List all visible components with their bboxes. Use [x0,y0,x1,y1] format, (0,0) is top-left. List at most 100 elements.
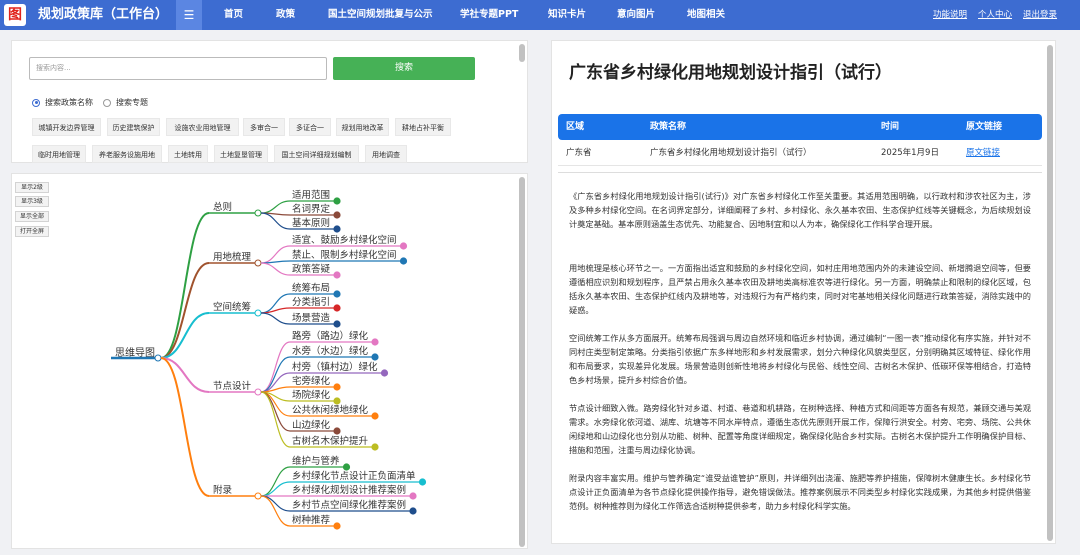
mindmap-panel: 显示2级 显示3级 显示全部 打开全屏 思维导图 总则 适用范围 名词界定 基本原则 用地… [11,173,528,549]
mindmap-branch-label: 总则 [213,201,232,213]
topic-tag[interactable]: 土地转用 [168,145,208,163]
mindmap-leaf-node [333,427,341,435]
help-link[interactable]: 功能说明 [933,0,967,30]
column-date: 时间 [881,122,900,132]
menu-icon[interactable]: ☰ [176,0,202,30]
mindmap-leaf-label: 宅旁绿化 [292,375,331,387]
topic-tag[interactable]: 多证合一 [289,118,331,136]
search-panel-scrollbar[interactable] [519,44,525,62]
mindmap-leaf-label: 乡村绿化规划设计推荐案例 [292,484,406,496]
topic-tag[interactable]: 历史建筑保护 [107,118,160,136]
mindmap-leaf-node [371,338,379,346]
mindmap-branch-node [254,209,262,217]
mindmap-leaf-label: 名词界定 [292,203,331,215]
radio-policy-name[interactable]: 搜索政策名称 [32,97,93,108]
search-panel: 搜索内容... 搜索 搜索政策名称 搜索专题 城镇开发边界管理 历史建筑保护 设… [11,40,528,163]
mindmap-leaf-link [260,307,291,314]
mindmap-leaf-link [260,200,291,214]
nav-knowledge-cards[interactable]: 知识卡片 [548,0,586,30]
mindmap-leaf-link [260,245,291,264]
mindmap-canvas[interactable]: 思维导图总则适用范围名词界定基本原则用地梳理适宜、鼓励乡村绿化空间禁止、限制乡村… [12,174,517,549]
mindmap-leaf-node [371,412,379,420]
mindmap-leaf-label: 适宜、鼓励乡村绿化空间 [292,234,397,246]
user-center-link[interactable]: 个人中心 [978,0,1012,30]
mindmap-branch-link [160,357,210,497]
topic-tag[interactable]: 养老服务设施用地 [92,145,162,163]
radio-label: 搜索政策名称 [45,98,93,107]
nav-home[interactable]: 首页 [224,0,243,30]
summary-paragraph: 节点设计细致入微。路旁绿化针对乡道、村道、巷道和机耕路，在树种选择、种植方式和间… [569,403,1031,456]
mindmap-branch-node [254,309,262,317]
app-logo[interactable]: 图 [4,4,26,26]
radio-checked-icon [32,98,40,107]
mindmap-leaf-node [333,290,341,298]
topic-tag[interactable]: 国土空间详细规划编制 [274,145,359,163]
topic-tag[interactable]: 城镇开发边界管理 [32,118,101,136]
mindmap-leaf-label: 路旁（路边）绿化 [292,330,369,342]
mindmap-leaf-node [399,257,408,265]
mindmap-leaf-node [333,211,341,219]
divider [558,172,1042,173]
document-title: 广东省乡村绿化用地规划设计指引（试行） [569,63,892,83]
cell-policy-name: 广东省乡村绿化用地规划设计指引（试行） [650,148,812,158]
logout-link[interactable]: 退出登录 [1023,0,1057,30]
app-title: 规划政策库（工作台） [38,7,169,22]
search-input[interactable]: 搜索内容... [29,57,327,80]
mindmap-leaf-node [418,478,427,486]
mindmap-branch-label: 用地梳理 [213,251,252,263]
mindmap-leaf-label: 场景营造 [292,312,331,324]
mindmap-leaf-node [371,353,379,361]
nav-maps[interactable]: 地图相关 [687,0,725,30]
topic-tag[interactable]: 临时用地管理 [32,145,86,163]
topic-tag[interactable]: 土地复垦管理 [214,145,268,163]
search-button[interactable]: 搜索 [333,57,475,80]
topic-tag[interactable]: 耕地占补平衡 [395,118,451,136]
mindmap-leaf-node [333,383,341,391]
mindmap-branch-label: 节点设计 [213,380,252,392]
topic-tag[interactable]: 用地调查 [365,145,407,163]
mindmap-branch-node [254,388,262,396]
mindmap-leaf-node [333,522,341,530]
mindmap-root-node [154,354,162,362]
mindmap-leaf-link [260,262,291,276]
nav-approval[interactable]: 国土空间规划批复与公示 [328,0,433,30]
mindmap-scrollbar[interactable] [519,177,525,547]
mindmap-leaf-label: 山边绿化 [292,419,331,431]
mindmap-leaf-label: 古树名木保护提升 [292,435,369,447]
mindmap-branch-label: 附录 [213,484,233,496]
mindmap-leaf-label: 政策答疑 [292,263,331,275]
document-scrollbar[interactable] [1047,45,1053,541]
mindmap-leaf-label: 乡村节点空间绿化推荐案例 [292,499,406,511]
mindmap-leaf-node [333,271,341,279]
mindmap-leaf-node [399,242,408,250]
topic-tag[interactable]: 多审合一 [243,118,285,136]
summary-paragraph: 附录内容丰富实用。维护与管养确定“谁受益谁管护”原则，并详细列出浇灌、施肥等养护… [569,473,1031,512]
mindmap-leaf-node [371,443,379,451]
nav-policy[interactable]: 政策 [276,0,295,30]
mindmap-leaf-node [409,492,417,500]
mindmap-branch-link [160,262,210,359]
source-link[interactable]: 原文链接 [966,148,1000,158]
column-region: 区域 [566,122,585,132]
radio-topic[interactable]: 搜索专题 [103,97,148,108]
mindmap-leaf-link [260,312,291,325]
mindmap-leaf-link [260,391,291,432]
topic-tag[interactable]: 设施农业用地管理 [166,118,239,136]
table-row: 广东省 广东省乡村绿化用地规划设计指引（试行） 2025年1月9日 原文链接 [558,140,1042,166]
summary-paragraph: 空间统筹工作从多方面展开。统筹布局强调与周边自然环境和临近乡村协调，通过编制“一… [569,333,1031,386]
mindmap-branch-label: 空间统筹 [213,301,251,313]
mindmap-leaf-node [409,507,417,515]
document-panel: 广东省乡村绿化用地规划设计指引（试行） 区域 政策名称 时间 原文链接 广东省 … [551,40,1056,544]
mindmap-leaf-link [260,466,291,497]
radio-unchecked-icon [103,98,111,107]
mindmap-leaf-label: 场院绿化 [292,389,331,401]
topic-tag[interactable]: 规划用地改革 [336,118,389,136]
column-link: 原文链接 [966,122,1003,132]
cell-region: 广东省 [566,148,592,158]
mindmap-leaf-node [333,397,341,405]
mindmap-branch-node [254,492,262,500]
mindmap-leaf-label: 水旁（水边）绿化 [292,345,369,357]
nav-images[interactable]: 意向图片 [617,0,655,30]
nav-ppt[interactable]: 学社专题PPT [460,0,518,30]
column-policy-name: 政策名称 [650,122,687,132]
